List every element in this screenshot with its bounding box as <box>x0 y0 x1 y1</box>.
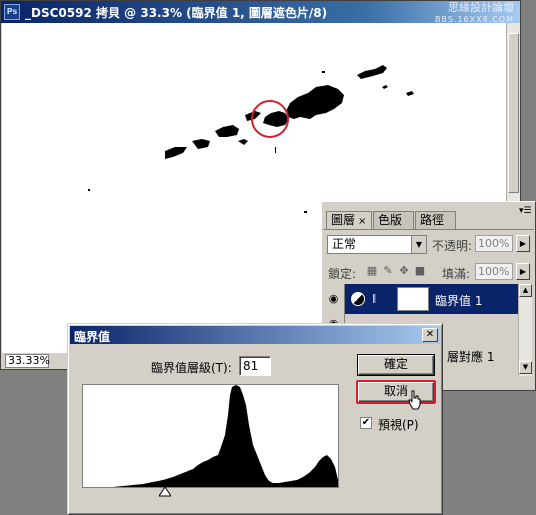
fill-label: 填滿: <box>442 267 471 281</box>
adjustment-layer-icon <box>351 292 365 306</box>
tab-layers-label: 圖層 <box>331 213 356 227</box>
panel-menu-icon[interactable]: ▾☰ <box>519 206 532 218</box>
dialog-title: 臨界值 <box>74 330 111 344</box>
fill-arrow-button[interactable]: ▶ <box>516 263 530 280</box>
dialog-titlebar[interactable]: 臨界值 ✕ <box>70 326 440 344</box>
close-icon[interactable]: ✕ <box>422 328 438 342</box>
lock-transparency-icon[interactable]: ▦ <box>366 265 378 277</box>
preview-checkbox[interactable]: ✔ <box>360 417 372 429</box>
lock-all-icon[interactable]: ■ <box>414 265 426 277</box>
tab-paths-label: 路徑 <box>420 213 445 227</box>
blend-mode-select[interactable]: 正常 ▼ <box>327 235 427 254</box>
cancel-highlight-annotation <box>356 380 436 404</box>
opacity-label: 不透明: <box>432 239 473 253</box>
lock-pixels-icon[interactable]: ✎ <box>382 265 394 277</box>
threshold-dialog: 臨界值 ✕ 臨界值層級(T): 81 確定 取消 ✔ 預視(P) <box>67 323 443 515</box>
highlight-circle-annotation <box>251 100 289 138</box>
threshold-level-input[interactable]: 81 <box>239 356 271 376</box>
tab-divider <box>323 229 534 230</box>
threshold-level-label: 臨界值層級(T): <box>151 361 232 375</box>
layer-name: 臨界值 1 <box>435 294 483 308</box>
histogram <box>82 384 339 488</box>
tab-layers[interactable]: 圖層 × <box>326 211 372 230</box>
photoshop-app-icon: Ps <box>4 4 20 20</box>
chevron-down-icon[interactable]: ▼ <box>411 236 426 253</box>
link-icon[interactable]: ∥ <box>370 292 378 306</box>
layer-row-threshold[interactable]: ◉ ∥ 臨界值 1 <box>323 284 518 314</box>
hand-cursor-icon <box>408 390 421 410</box>
lock-position-icon[interactable]: ✥ <box>398 265 410 277</box>
zoom-level-field[interactable]: 33.33% <box>5 354 50 368</box>
fill-field[interactable]: 100% <box>475 263 513 280</box>
eye-icon[interactable]: ◉ <box>323 284 345 314</box>
scroll-up-icon[interactable]: ▲ <box>519 284 532 297</box>
layer-name: 層對應 1 <box>447 350 495 364</box>
opacity-arrow-button[interactable]: ▶ <box>516 235 530 252</box>
tab-channels-label: 色版 <box>378 213 403 227</box>
blend-mode-value: 正常 <box>332 237 357 251</box>
watermark-logo-text: 思緣設計論壇 <box>448 1 514 14</box>
lock-label: 鎖定: <box>328 267 357 281</box>
layer-mask-thumbnail[interactable] <box>397 287 429 311</box>
opacity-field[interactable]: 100% <box>475 235 513 252</box>
histogram-graph <box>83 385 338 487</box>
scrollbar-thumb[interactable] <box>508 33 519 193</box>
ok-button[interactable]: 確定 <box>357 354 435 376</box>
tab-close-icon[interactable]: × <box>358 213 366 230</box>
preview-label: 預視(P) <box>378 418 419 432</box>
layers-scrollbar[interactable]: ▲ ▼ <box>518 284 532 376</box>
document-titlebar[interactable]: Ps _DSC0592 拷貝 @ 33.3% (臨界值 1, 圖層遮色片/8) … <box>1 1 520 24</box>
scroll-down-icon[interactable]: ▼ <box>519 361 532 374</box>
tab-paths[interactable]: 路徑 <box>415 211 456 230</box>
document-title: _DSC0592 拷貝 @ 33.3% (臨界值 1, 圖層遮色片/8) <box>25 6 328 20</box>
tab-channels[interactable]: 色版 <box>373 211 414 230</box>
threshold-slider-handle[interactable] <box>159 487 171 497</box>
